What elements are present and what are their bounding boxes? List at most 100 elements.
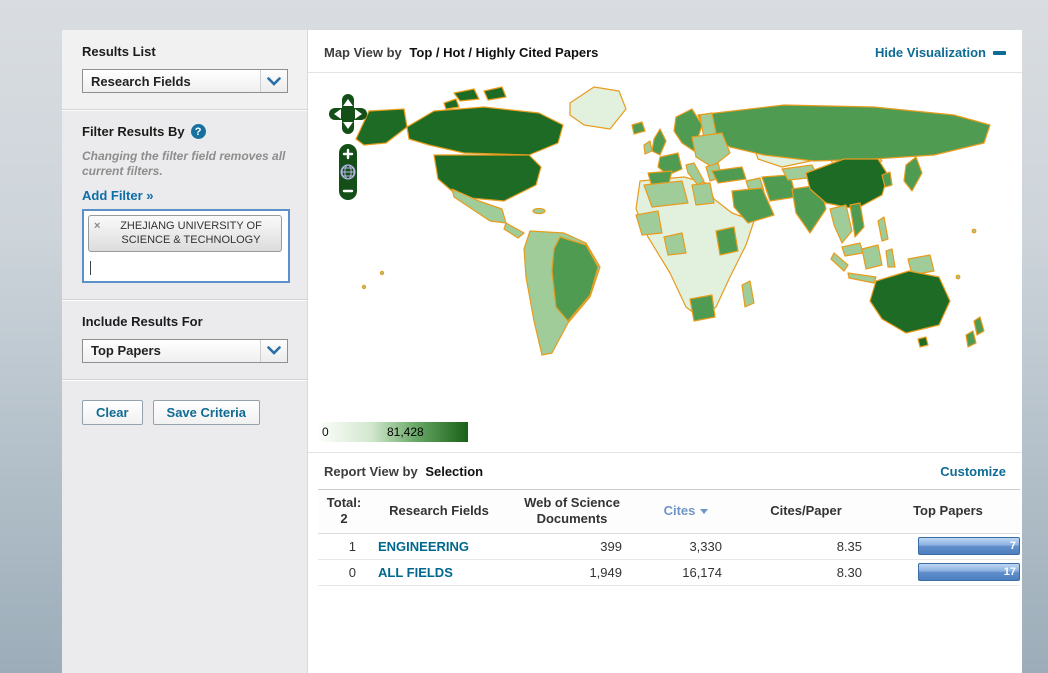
customize-link[interactable]: Customize (940, 464, 1006, 479)
include-results-dropdown[interactable]: Top Papers (82, 339, 288, 363)
column-documents: Web of Science Documents (508, 495, 636, 528)
legend-min-value: 0 (322, 425, 329, 439)
chevron-down-icon (260, 340, 287, 362)
page-background: Results List Research Fields Filter Resu… (0, 0, 1048, 673)
island-speck (362, 285, 365, 288)
country-new-zealand (966, 331, 976, 347)
map-pan-control[interactable] (328, 93, 368, 135)
column-research-fields: Research Fields (370, 503, 508, 519)
documents-value: 1,949 (508, 565, 636, 580)
main-panel: Map View by Top / Hot / Highly Cited Pap… (308, 30, 1022, 673)
map-view-title: Top / Hot / Highly Cited Papers (409, 45, 598, 60)
world-map[interactable] (334, 81, 998, 381)
country-greenland (570, 87, 626, 129)
country-russia (698, 105, 990, 161)
table-header-row: Total: 2 Research Fields Web of Science … (318, 489, 1020, 534)
island-borneo (862, 245, 882, 269)
country-vietnam (850, 203, 864, 237)
country-philippines (878, 217, 888, 241)
map-zoom-control[interactable] (338, 143, 358, 201)
map-controls (328, 93, 368, 201)
filter-results-section: Filter Results By ? Changing the filter … (62, 110, 307, 300)
region-arctic-islands (454, 89, 479, 101)
results-table: Total: 2 Research Fields Web of Science … (318, 489, 1020, 586)
filter-note: Changing the filter field removes all cu… (82, 149, 287, 179)
include-results-selected-value: Top Papers (83, 343, 161, 358)
country-new-zealand (974, 317, 984, 335)
region-eastern-europe (692, 133, 730, 167)
legend-max-value: 81,428 (387, 425, 424, 439)
report-view-header: Report View by Selection Customize (308, 453, 1022, 489)
field-link[interactable]: ENGINEERING (370, 539, 469, 554)
total-value: 2 (318, 511, 370, 527)
island-sulawesi (886, 249, 895, 267)
filter-tag[interactable]: × ZHEJIANG UNIVERSITY OF SCIENCE & TECHN… (88, 215, 282, 252)
island-java (848, 273, 876, 283)
results-list-dropdown[interactable]: Research Fields (82, 69, 288, 93)
text-cursor (90, 261, 91, 275)
island-speck (956, 275, 960, 279)
region-central-america (504, 223, 524, 238)
sort-desc-icon (700, 509, 708, 514)
region-west-africa (636, 211, 662, 235)
report-view-title-prefix: Report View by (324, 464, 418, 479)
cites-value: 16,174 (636, 565, 736, 580)
column-cites[interactable]: Cites (636, 503, 736, 519)
country-japan (904, 157, 922, 191)
filter-input-box[interactable]: × ZHEJIANG UNIVERSITY OF SCIENCE & TECHN… (82, 209, 290, 283)
cites-per-paper-value: 8.30 (736, 565, 876, 580)
table-row: 1 ENGINEERING 399 3,330 8.35 7 (318, 534, 1020, 560)
collapse-icon (993, 51, 1006, 55)
results-list-section: Results List Research Fields (62, 30, 307, 110)
country-cuba (533, 209, 545, 214)
results-list-heading: Results List (82, 44, 287, 59)
report-view-title: Selection (425, 464, 483, 479)
row-count: 0 (318, 565, 370, 580)
column-top-papers: Top Papers (876, 503, 1020, 519)
map-view-header: Map View by Top / Hot / Highly Cited Pap… (308, 30, 1022, 73)
filter-results-heading: Filter Results By (82, 124, 185, 139)
country-ireland (644, 141, 652, 154)
filter-sidebar: Results List Research Fields Filter Resu… (62, 30, 308, 673)
map-legend: 0 81,428 (318, 422, 468, 442)
actions-section: Clear Save Criteria (62, 380, 307, 441)
map-visualization: 0 81,428 (308, 73, 1022, 453)
row-count: 1 (318, 539, 370, 554)
region-arctic-islands (484, 87, 506, 100)
country-nigeria (664, 233, 686, 255)
region-arctic-islands (444, 99, 459, 109)
country-australia (870, 271, 950, 333)
map-view-title-prefix: Map View by (324, 45, 402, 60)
island-speck (380, 271, 383, 274)
country-egypt (692, 183, 714, 205)
save-criteria-button[interactable]: Save Criteria (153, 400, 261, 425)
include-results-heading: Include Results For (82, 314, 287, 329)
top-papers-bar: 7 (918, 537, 1020, 555)
help-icon[interactable]: ? (191, 124, 206, 139)
filter-tag-label: ZHEJIANG UNIVERSITY OF SCIENCE & TECHNOL… (120, 220, 262, 246)
country-iceland (632, 122, 645, 134)
country-madagascar (742, 281, 754, 307)
field-link[interactable]: ALL FIELDS (370, 565, 453, 580)
include-results-section: Include Results For Top Papers (62, 300, 307, 380)
results-list-selected-value: Research Fields (83, 74, 191, 89)
total-label: Total: (318, 495, 370, 511)
cites-value: 3,330 (636, 539, 736, 554)
hide-visualization-link[interactable]: Hide Visualization (875, 45, 1006, 60)
documents-value: 399 (508, 539, 636, 554)
cites-per-paper-value: 8.35 (736, 539, 876, 554)
island-speck (972, 229, 976, 233)
country-canada (407, 107, 563, 155)
region-southeast-asia (830, 205, 852, 243)
country-brazil (552, 237, 598, 321)
country-usa (434, 155, 541, 201)
chevron-down-icon (260, 70, 287, 92)
country-malaysia (842, 243, 863, 256)
region-north-africa (644, 181, 688, 207)
region-east-africa (716, 227, 738, 255)
clear-button[interactable]: Clear (82, 400, 143, 425)
table-row: 0 ALL FIELDS 1,949 16,174 8.30 17 (318, 560, 1020, 586)
remove-tag-icon[interactable]: × (94, 219, 100, 233)
add-filter-link[interactable]: Add Filter » (82, 188, 154, 203)
country-uk (652, 129, 666, 155)
